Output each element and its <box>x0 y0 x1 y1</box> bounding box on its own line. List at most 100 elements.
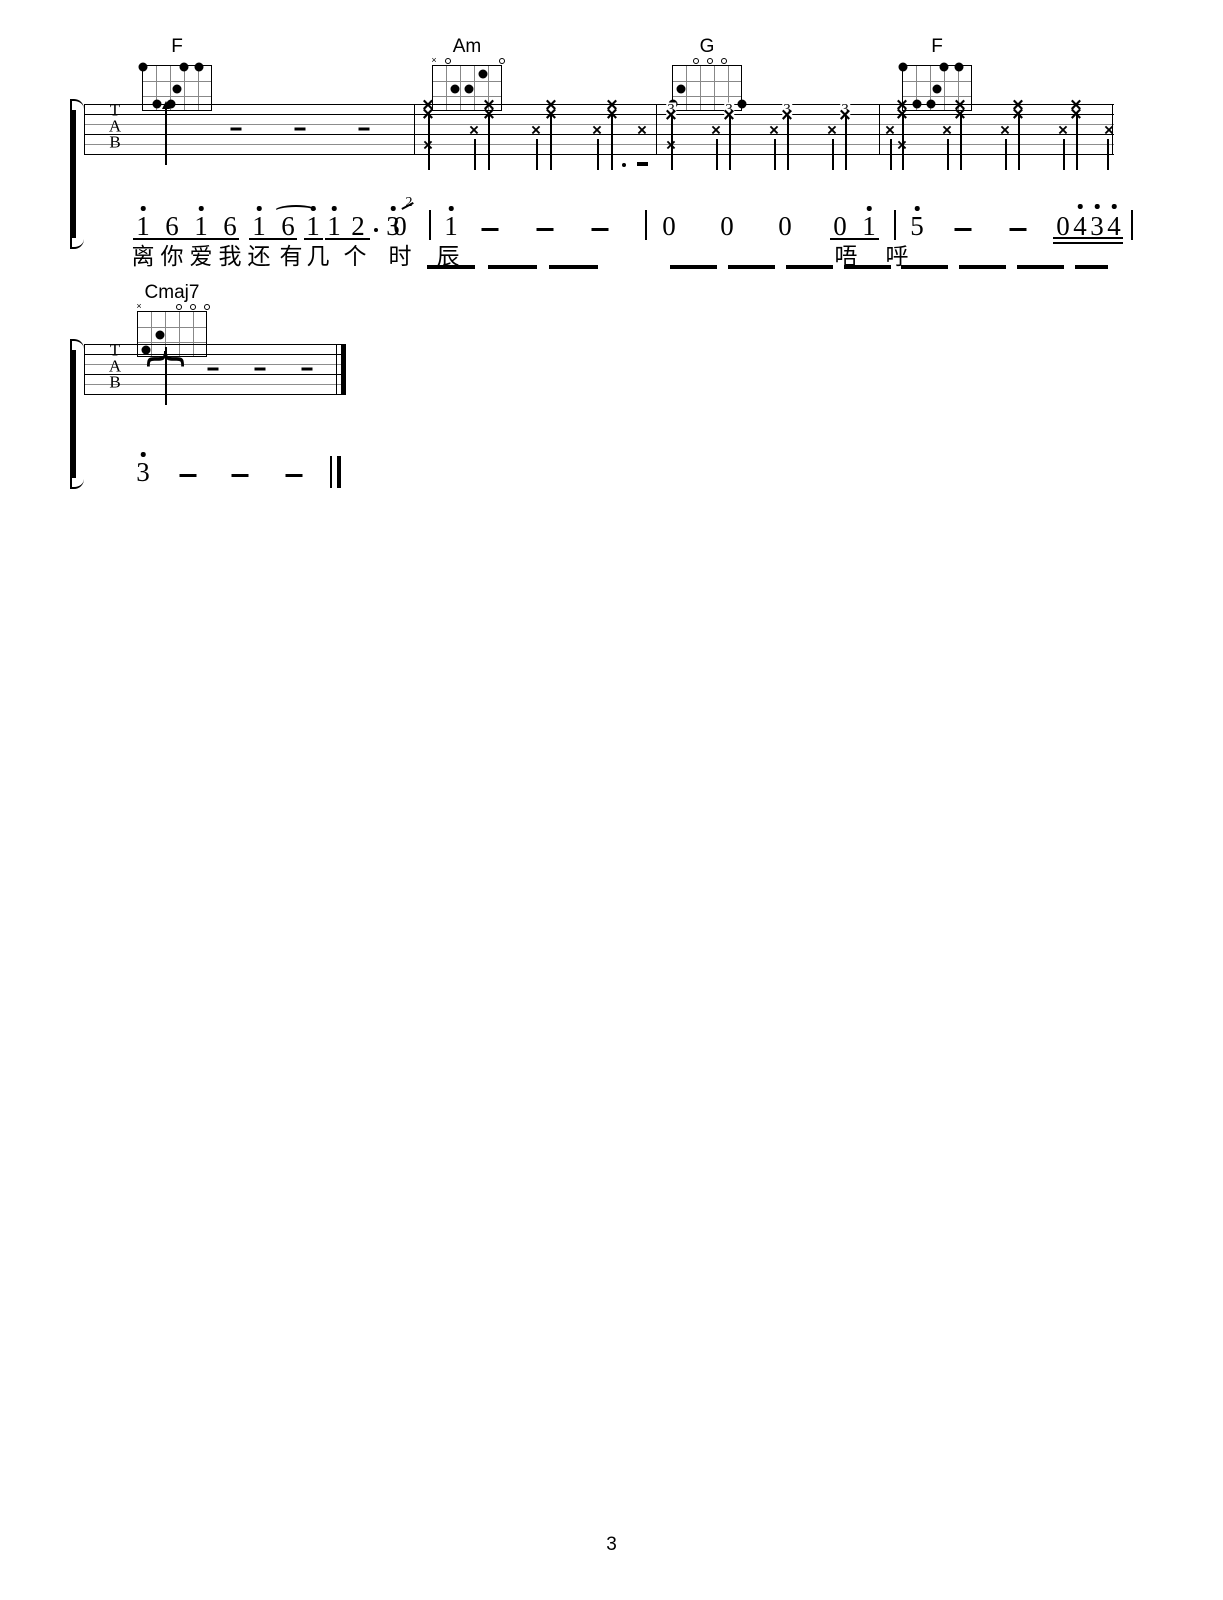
jianpu-note: 0 <box>833 211 847 241</box>
final-barline <box>341 344 346 395</box>
beam-underline <box>133 238 239 241</box>
chord-name: F <box>931 36 943 57</box>
muted-strum-icon: × <box>531 120 541 140</box>
note-stem <box>902 112 904 170</box>
chord-name: Cmaj7 <box>144 282 200 303</box>
sheet-music-page: F Am × G F T A B × × × × × × × × 3 × 3 ×… <box>0 0 1223 1600</box>
octave-dot <box>1094 204 1100 209</box>
octave-dot <box>310 206 316 211</box>
lyric-character: 呼 <box>885 244 909 270</box>
grid-line <box>433 81 501 83</box>
note-stem <box>671 116 673 170</box>
note-stem <box>428 112 430 170</box>
muted-strum-icon: × <box>942 120 952 140</box>
chord-markers: × <box>136 301 210 311</box>
octave-dot <box>140 206 146 211</box>
octave-dot <box>390 206 396 211</box>
chord-diagram-g: G <box>664 37 750 111</box>
chord-markers: × <box>431 56 505 65</box>
open-string-marker-icon <box>204 304 210 310</box>
jianpu-note: 1 <box>136 211 150 241</box>
octave-dot <box>866 206 872 211</box>
jianpu-note: 4 <box>1073 211 1087 241</box>
barline <box>84 344 86 395</box>
note-stem <box>716 139 718 170</box>
note-stem <box>488 112 490 170</box>
jianpu-note: 2 <box>351 211 365 241</box>
muted-strum-icon: × <box>769 120 779 140</box>
sustain-dash <box>285 474 303 477</box>
open-string-marker-icon <box>176 304 182 310</box>
open-string-marker-icon <box>721 58 727 64</box>
jianpu-barline <box>1131 210 1133 240</box>
sustain-dash <box>1009 228 1027 231</box>
staff-line <box>84 374 346 376</box>
note-stem <box>165 347 167 405</box>
note-stem <box>774 139 776 170</box>
augmentation-dot <box>622 163 626 167</box>
finger-dot <box>939 62 949 72</box>
muted-strum-icon: × <box>592 120 602 140</box>
jianpu-note: 0 <box>778 211 792 241</box>
rest-dash <box>358 127 370 131</box>
barline <box>336 344 338 395</box>
lyric-character: 爱 <box>189 244 213 270</box>
jianpu-note: 1 <box>194 211 208 241</box>
beam-underline <box>1053 237 1123 240</box>
jianpu-note: 5 <box>910 211 924 241</box>
jianpu-note: 1 <box>444 211 458 241</box>
note-stem <box>611 112 613 170</box>
note-stem <box>1076 112 1078 170</box>
octave-dot <box>256 206 262 211</box>
staff-line <box>84 394 346 396</box>
jianpu-note: 6 <box>165 211 179 241</box>
lyric-character: 有 <box>279 244 303 270</box>
note-stem <box>787 116 789 170</box>
staff-line <box>84 344 346 346</box>
note-stem <box>536 139 538 170</box>
jianpu-note: 0 <box>662 211 676 241</box>
jianpu-note: 6 <box>223 211 237 241</box>
beam <box>959 265 1006 269</box>
lyric-character: 时 <box>388 244 412 270</box>
open-string-marker-icon <box>693 58 699 64</box>
muted-strum-icon: × <box>1058 120 1068 140</box>
sustain-dash <box>481 228 499 231</box>
note-stem <box>1005 139 1007 170</box>
finger-dot <box>172 84 182 94</box>
finger-dot <box>450 84 460 94</box>
jianpu-note: 0 <box>720 211 734 241</box>
beam-underline <box>1053 242 1123 245</box>
note-stem <box>947 139 949 170</box>
finger-dot <box>898 62 908 72</box>
grid-line <box>143 81 211 83</box>
finger-dot <box>676 84 686 94</box>
beam-underline <box>830 238 879 241</box>
final-barline <box>330 456 332 488</box>
finger-dot <box>464 84 474 94</box>
open-string-marker-icon <box>190 304 196 310</box>
chord-name: Am <box>452 36 482 57</box>
jianpu-note: 1 <box>306 211 320 241</box>
muted-strum-icon: × <box>469 120 479 140</box>
staff-line <box>84 384 346 386</box>
system-brace <box>70 339 84 489</box>
jianpu-barline <box>894 210 896 240</box>
tab-staff-2: T A B { <box>84 342 346 405</box>
mute-marker-icon: × <box>136 301 142 311</box>
lyric-character: 唔 <box>834 244 858 270</box>
jianpu-note: 1 <box>862 211 876 241</box>
note-stem <box>845 116 847 170</box>
open-string-marker-icon <box>707 58 713 64</box>
chord-diagram-am: Am × <box>424 36 510 111</box>
muted-strum-icon: × <box>1104 120 1114 140</box>
muted-strum-icon: × <box>711 120 721 140</box>
chord-diagram-f-1: F <box>134 37 220 111</box>
note-stem <box>597 139 599 170</box>
chord-markers <box>672 56 742 65</box>
note-stem <box>1018 112 1020 170</box>
jianpu-note: 4 <box>1107 211 1121 241</box>
staff-line <box>84 354 346 356</box>
grid-line <box>143 96 211 98</box>
finger-dot <box>138 62 148 72</box>
